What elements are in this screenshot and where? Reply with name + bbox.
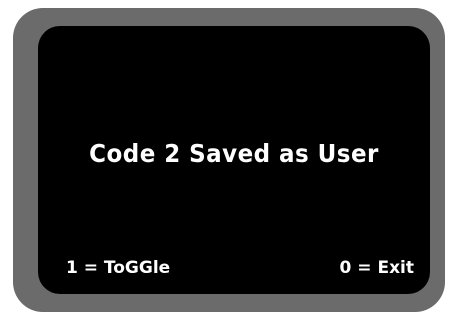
status-message: Code 2 Saved as User xyxy=(89,139,379,168)
device-bezel: Code 2 Saved as User 1 = ToGGle 0 = Exit xyxy=(13,8,445,312)
lcd-screen: Code 2 Saved as User 1 = ToGGle 0 = Exit xyxy=(38,26,430,294)
exit-softkey-label: 0 = Exit xyxy=(339,258,414,278)
toggle-softkey-label: 1 = ToGGle xyxy=(66,258,171,278)
